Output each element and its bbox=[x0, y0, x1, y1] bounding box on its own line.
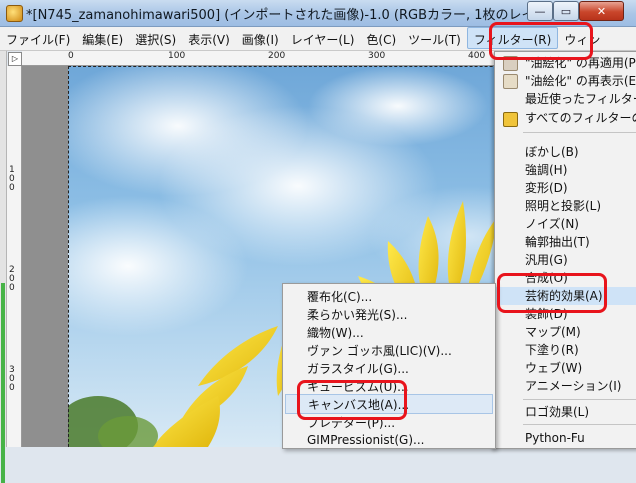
left-dock-edge bbox=[0, 51, 7, 483]
ruler-label: 100 bbox=[168, 51, 186, 61]
menu-color[interactable]: 色(C) bbox=[360, 27, 402, 50]
annotation-filters bbox=[489, 22, 593, 60]
ruler-label: 1 0 0 bbox=[9, 165, 15, 193]
menu-separator bbox=[523, 132, 636, 133]
menu-item-weave[interactable]: 織物(W)... bbox=[307, 323, 364, 343]
ruler-label: 3 0 0 bbox=[9, 365, 15, 393]
vertical-ruler[interactable]: 1 0 0 2 0 0 3 0 0 bbox=[7, 66, 22, 447]
selection-boundary-left bbox=[68, 66, 69, 447]
menu-separator bbox=[523, 399, 636, 400]
menu-item-soft-glow[interactable]: 柔らかい発光(S)... bbox=[307, 305, 407, 325]
ruler-label: 300 bbox=[368, 51, 386, 61]
menu-image[interactable]: 画像(I) bbox=[236, 27, 285, 50]
artistic-submenu: 覆布化(C)... 柔らかい発光(S)... 織物(W)... ヴァン ゴッホ風… bbox=[282, 283, 496, 449]
menu-item-web[interactable]: ウェブ(W) bbox=[525, 359, 582, 377]
menu-item-alpha-to-logo[interactable]: ロゴ効果(L) bbox=[525, 403, 589, 421]
minimize-button[interactable]: — bbox=[527, 1, 553, 21]
menu-item-distorts[interactable]: 変形(D) bbox=[525, 179, 568, 197]
filters-menu: "油絵化" の再適用(P "油絵化" の再表示(E 最近使ったフィルター すべて… bbox=[494, 51, 636, 449]
menu-item-glass-tile[interactable]: ガラスタイル(G)... bbox=[307, 359, 409, 379]
menu-item-recent-filters[interactable]: 最近使ったフィルター bbox=[525, 90, 636, 108]
menu-item-light-shadow[interactable]: 照明と投影(L) bbox=[525, 197, 601, 215]
gimp-icon bbox=[6, 5, 23, 22]
menu-item-all-filters[interactable]: すべてのフィルターの bbox=[525, 109, 636, 127]
annotation-canvas bbox=[297, 380, 407, 420]
close-button[interactable]: ✕ bbox=[579, 1, 624, 21]
reshow-filter-icon bbox=[503, 74, 518, 89]
menu-item-blur[interactable]: ぼかし(B) bbox=[525, 143, 579, 161]
menu-item-map[interactable]: マップ(M) bbox=[525, 323, 581, 341]
menu-item-generic[interactable]: 汎用(G) bbox=[525, 251, 568, 269]
menu-select[interactable]: 選択(S) bbox=[129, 27, 182, 50]
menu-item-apply-canvas-cloth[interactable]: 覆布化(C)... bbox=[307, 287, 372, 307]
ruler-label: 400 bbox=[468, 51, 486, 61]
ruler-label: 200 bbox=[268, 51, 286, 61]
menu-item-van-gogh[interactable]: ヴァン ゴッホ風(LIC)(V)... bbox=[307, 341, 452, 361]
menu-item-render[interactable]: 下塗り(R) bbox=[525, 341, 579, 359]
ruler-label: 2 0 0 bbox=[9, 265, 15, 293]
menu-separator bbox=[523, 424, 636, 425]
menu-item-gimpressionist[interactable]: GIMPressionist(G)... bbox=[307, 430, 424, 450]
dock-indicator bbox=[1, 283, 5, 483]
window-title: *[N745_zamanohimawari500] (インポートされた画像)-1… bbox=[26, 8, 535, 23]
menu-item-reshow[interactable]: "油絵化" の再表示(E bbox=[525, 72, 636, 90]
menu-edit[interactable]: 編集(E) bbox=[76, 27, 129, 50]
maximize-button[interactable]: ▭ bbox=[553, 1, 579, 21]
quick-mask-toggle[interactable]: ▷ bbox=[8, 52, 22, 66]
annotation-artistic bbox=[497, 273, 607, 313]
menu-item-animation[interactable]: アニメーション(I) bbox=[525, 377, 621, 395]
menu-view[interactable]: 表示(V) bbox=[182, 27, 236, 50]
menu-item-edge-detect[interactable]: 輪郭抽出(T) bbox=[525, 233, 590, 251]
menu-file[interactable]: ファイル(F) bbox=[0, 27, 76, 50]
menu-item-python-fu[interactable]: Python-Fu bbox=[525, 429, 585, 447]
menu-item-noise[interactable]: ノイズ(N) bbox=[525, 215, 579, 233]
reset-filters-icon bbox=[503, 112, 518, 127]
menu-item-enhance[interactable]: 強調(H) bbox=[525, 161, 567, 179]
menu-layer[interactable]: レイヤー(L) bbox=[285, 27, 361, 50]
menu-tools[interactable]: ツール(T) bbox=[402, 27, 467, 50]
ruler-label: 0 bbox=[68, 51, 74, 61]
